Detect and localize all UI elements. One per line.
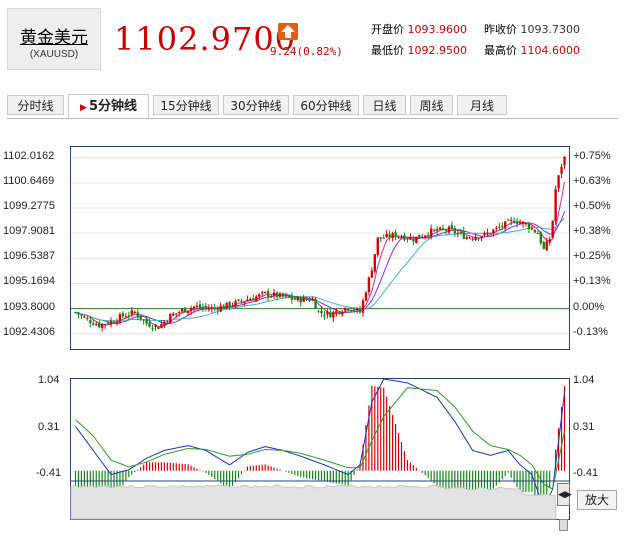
zoom-in-button[interactable]: 放大	[577, 490, 617, 510]
scroll-grip-icon[interactable]	[559, 519, 568, 531]
drag-arrows-icon: ◀▶	[558, 489, 572, 499]
timeline-navigator: 5月 7月	[70, 480, 569, 520]
zoom-in-label: 放大	[584, 493, 609, 507]
range-drag-handle[interactable]: ◀▶	[557, 483, 572, 506]
navigator-area	[70, 484, 557, 520]
